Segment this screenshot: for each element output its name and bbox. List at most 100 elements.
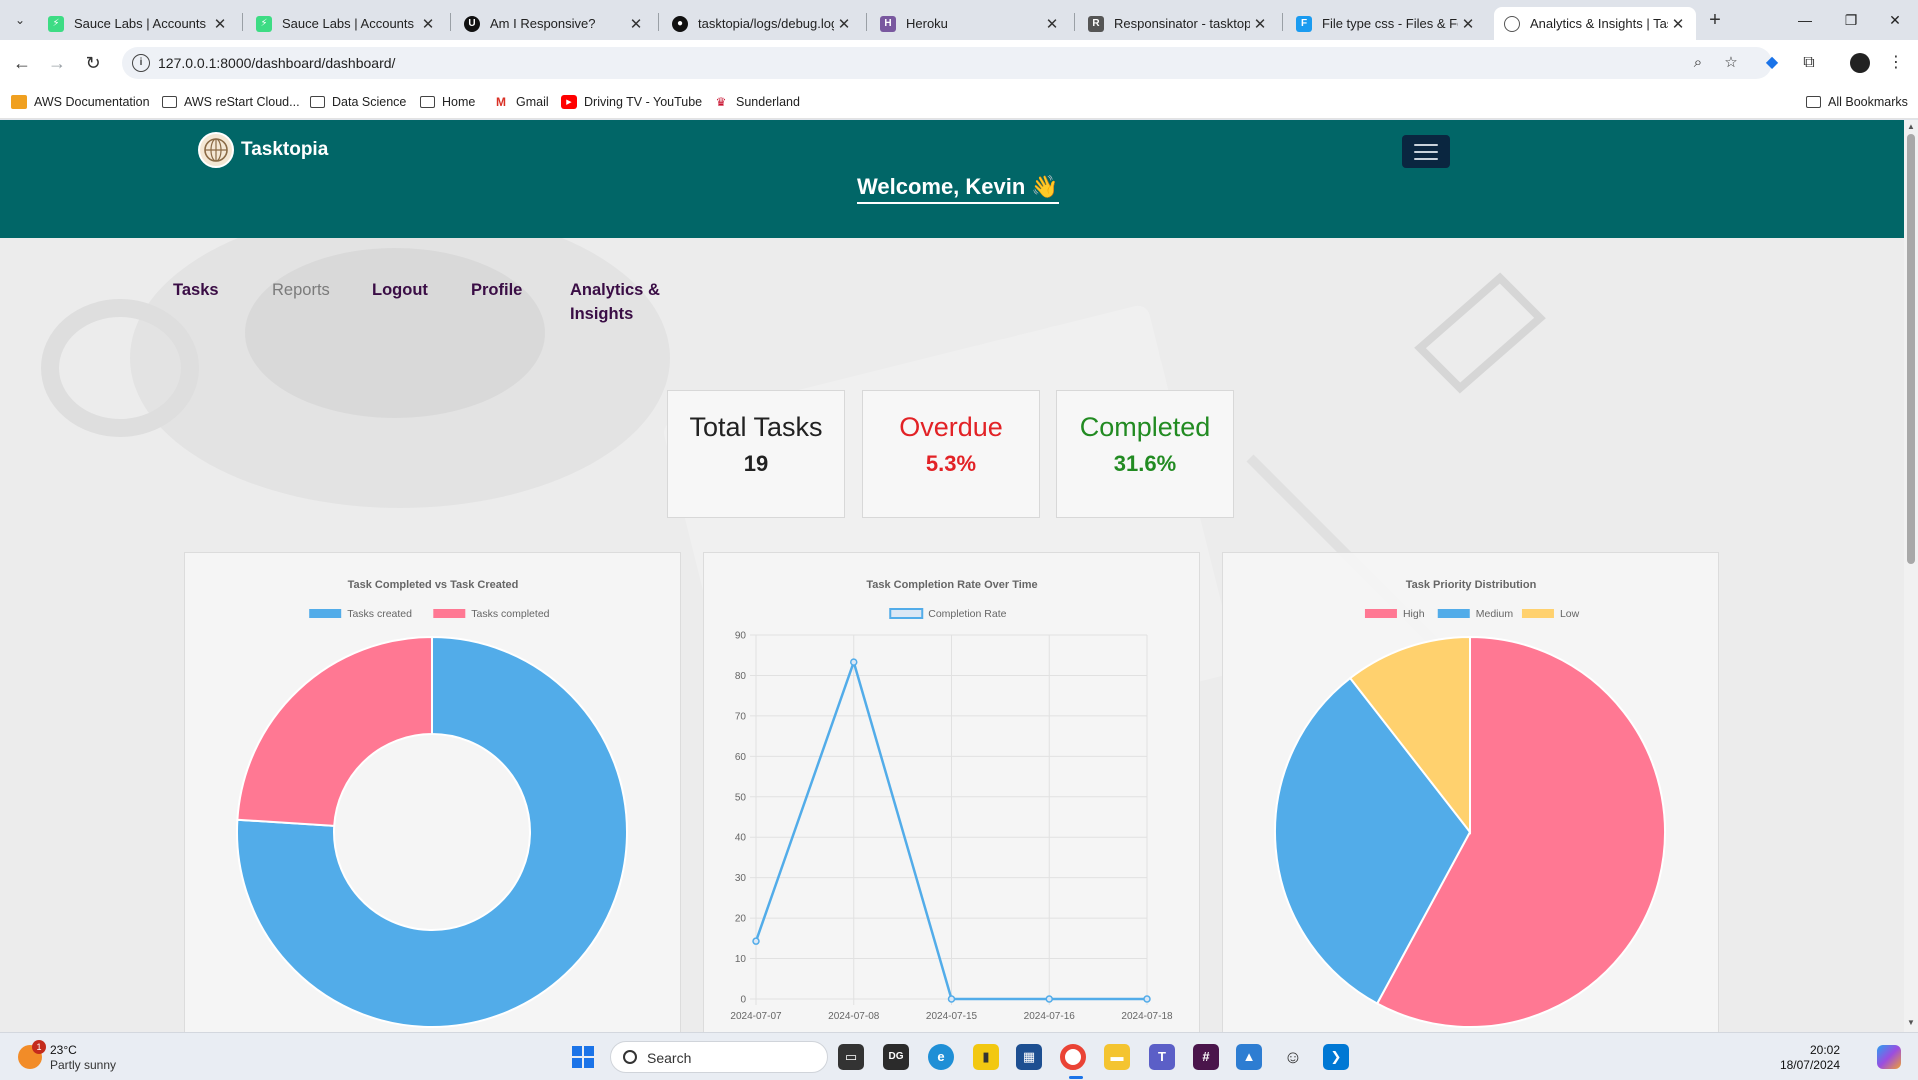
browser-tab[interactable]: ⚡ Sauce Labs | Accounts ✕ [246,7,446,40]
tab-title: tasktopia/logs/debug.log [698,16,834,31]
legend-label: High [1403,608,1425,620]
extensions-puzzle-icon[interactable]: ⧉ [1797,51,1821,75]
close-tab-icon[interactable]: ✕ [210,15,230,33]
extension-shield-icon[interactable]: ◆ [1760,51,1784,75]
datagrip-icon[interactable]: DG [883,1044,909,1070]
bookmark-label: Data Science [332,95,407,109]
y-tick-label: 40 [735,833,747,844]
scroll-up-icon[interactable]: ▲ [1906,122,1916,132]
logo-globe-icon [204,138,228,162]
url-text[interactable]: 127.0.0.1:8000/dashboard/dashboard/ [158,55,395,71]
tab-title: Analytics & Insights | Task [1530,16,1668,31]
minimize-icon[interactable]: — [1782,6,1828,34]
tab-title: File type css - Files & Fold [1322,16,1458,31]
bookmark-aws-restart[interactable]: AWS reStart Cloud... [162,92,300,112]
window-close-icon[interactable]: ✕ [1872,6,1918,34]
close-tab-icon[interactable]: ✕ [1458,15,1478,33]
hamburger-menu-button[interactable] [1402,135,1450,168]
weather-temperature[interactable]: 23°C [50,1043,77,1057]
emoji-icon[interactable]: ☺ [1280,1044,1306,1070]
forward-icon[interactable]: → [45,51,69,75]
photos-icon[interactable]: ▲ [1236,1044,1262,1070]
windows-start-icon[interactable] [572,1046,594,1068]
browser-menu-icon[interactable]: ⋮ [1884,51,1908,75]
all-bookmarks-button[interactable]: All Bookmarks [1806,92,1908,112]
zoom-icon[interactable]: ⌕ [1689,54,1707,72]
legend-label: Medium [1476,608,1514,620]
bookmark-driving-tv[interactable]: ▶ Driving TV - YouTube [561,92,702,112]
gmail-icon: M [496,95,506,109]
data-point [1045,995,1053,1003]
scrollbar-thumb[interactable] [1907,134,1915,564]
nav-analytics-link[interactable]: Analytics & Insights [570,278,660,326]
search-label: Search [647,1050,692,1066]
tasktopia-logo[interactable] [198,132,234,168]
aws-icon [11,95,27,109]
site-info-icon[interactable]: i [132,54,150,72]
back-icon[interactable]: ← [10,51,34,75]
browser-toolbar: ← → ↻ i 127.0.0.1:8000/dashboard/dashboa… [0,40,1918,85]
bookmark-label: Gmail [516,95,549,109]
stat-card-completed: Completed 31.6% [1056,390,1234,518]
powerbi-icon[interactable]: ▮ [973,1044,999,1070]
teams-icon[interactable]: T [1149,1044,1175,1070]
file-explorer-icon[interactable]: ▬ [1104,1044,1130,1070]
copilot-icon[interactable] [1877,1045,1901,1069]
close-tab-icon[interactable]: ✕ [834,15,854,33]
scroll-down-icon[interactable]: ▼ [1906,1018,1916,1028]
browser-tab[interactable]: U Am I Responsive? ✕ [454,7,654,40]
browser-tab[interactable]: H Heroku ✕ [870,7,1070,40]
slack-icon[interactable]: # [1193,1044,1219,1070]
close-tab-icon[interactable]: ✕ [626,15,646,33]
close-tab-icon[interactable]: ✕ [1668,15,1688,33]
system-clock[interactable]: 20:02 18/07/2024 [1780,1043,1840,1073]
close-tab-icon[interactable]: ✕ [1042,15,1062,33]
y-tick-label: 80 [735,671,747,682]
legend-label: Low [1560,608,1580,620]
weather-description[interactable]: Partly sunny [50,1058,116,1072]
data-point [752,937,760,945]
profile-avatar[interactable] [1850,53,1870,73]
address-bar[interactable]: i 127.0.0.1:8000/dashboard/dashboard/ ⌕ … [122,47,1772,79]
tab-title: Am I Responsive? [490,16,596,31]
bookmark-data-science[interactable]: Data Science [310,92,406,112]
legend-label: Completion Rate [928,608,1006,620]
bookmark-gmail[interactable]: M Gmail [493,92,549,112]
browser-tab[interactable]: ⚡ Sauce Labs | Accounts ✕ [38,7,238,40]
browser-tab[interactable]: F File type css - Files & Fold ✕ [1286,7,1486,40]
bookmark-aws-documentation[interactable]: AWS Documentation [11,92,150,112]
edge-icon[interactable]: e [928,1044,954,1070]
vscode-icon[interactable]: ❯ [1323,1044,1349,1070]
chart-title: Task Completion Rate Over Time [866,579,1037,591]
x-tick-label: 2024-07-16 [1024,1011,1076,1022]
nav-reports-link[interactable]: Reports [272,278,330,302]
task-view-icon[interactable]: ▭ [838,1044,864,1070]
chart-card-doughnut: Task Completed vs Task Created Tasks crea… [184,552,681,1032]
tab-search-chevron-icon[interactable]: ⌄ [10,10,30,30]
chrome-icon[interactable] [1060,1044,1086,1070]
close-tab-icon[interactable]: ✕ [1250,15,1270,33]
browser-tab[interactable]: R Responsinator - tasktopia ✕ [1078,7,1278,40]
taskbar-search-box[interactable]: Search [610,1041,828,1073]
reload-icon[interactable]: ↻ [81,51,105,75]
brand-name[interactable]: Tasktopia [241,139,328,161]
close-tab-icon[interactable]: ✕ [418,15,438,33]
bookmark-sunderland[interactable]: ♛ Sunderland [713,92,800,112]
stat-value: 31.6% [1113,451,1177,476]
browser-tab[interactable]: ● tasktopia/logs/debug.log ✕ [662,7,862,40]
browser-tab-active[interactable]: Analytics & Insights | Task ✕ [1494,7,1696,40]
page-scrollbar[interactable]: ▲ ▼ [1904,120,1918,1032]
nav-tasks-link[interactable]: Tasks [173,278,219,302]
restore-icon[interactable]: ❐ [1828,6,1874,34]
new-tab-icon[interactable]: + [1703,8,1727,32]
nav-profile-link[interactable]: Profile [471,278,522,302]
legend-swatch [309,609,342,618]
folder-icon [162,96,177,108]
tab-divider [1282,13,1283,31]
nav-logout-link[interactable]: Logout [372,278,428,302]
stat-value: 5.3% [925,451,977,476]
bookmark-star-icon[interactable]: ☆ [1722,54,1740,72]
bookmark-home[interactable]: Home [420,92,475,112]
store-icon[interactable]: ▦ [1016,1044,1042,1070]
pie-chart: Task Priority Distribution High Medium Low [1274,579,1666,1028]
